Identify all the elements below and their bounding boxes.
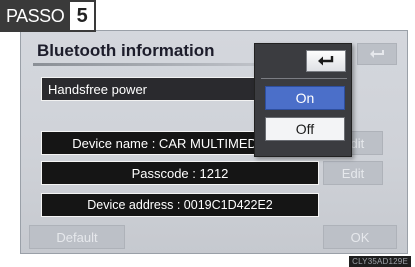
back-button[interactable] <box>306 50 346 72</box>
default-button[interactable]: Default <box>29 225 125 249</box>
return-arrow-icon <box>370 50 384 58</box>
step-label: PASSO <box>0 0 69 32</box>
device-address-text: Device address : 0019C1D422E2 <box>87 198 273 212</box>
manual-page: PASSO 5 Bluetooth information Handsfree … <box>0 0 415 267</box>
ok-button-label: OK <box>350 229 370 245</box>
step-tag: PASSO 5 <box>0 0 97 32</box>
handsfree-power-label: Handsfree power <box>48 81 147 97</box>
handsfree-power-setting[interactable]: Handsfree power <box>41 77 261 101</box>
ok-button[interactable]: OK <box>323 225 397 249</box>
device-name-text: Device name : CAR MULTIMED... <box>72 135 268 151</box>
back-button-disabled <box>357 43 397 65</box>
handsfree-power-popup: On Off <box>254 43 352 157</box>
passcode-field: Passcode : 1212 <box>41 161 319 185</box>
step-number: 5 <box>68 0 97 32</box>
popup-divider <box>261 78 347 79</box>
option-off-label: Off <box>295 121 315 137</box>
return-arrow-icon <box>318 56 334 66</box>
default-button-label: Default <box>56 229 98 245</box>
option-on-label: On <box>295 90 315 106</box>
page-title: Bluetooth information <box>37 41 215 60</box>
edit-passcode-label: Edit <box>341 165 365 181</box>
edit-passcode-button[interactable]: Edit <box>323 161 383 185</box>
option-on-button[interactable]: On <box>265 86 345 110</box>
image-code: CLY35AD129E <box>349 256 411 267</box>
option-off-button[interactable]: Off <box>265 117 345 141</box>
passcode-text: Passcode : 1212 <box>131 165 229 181</box>
bluetooth-info-screen: Bluetooth information Handsfree power De… <box>20 30 408 254</box>
device-address-field: Device address : 0019C1D422E2 <box>41 193 319 217</box>
